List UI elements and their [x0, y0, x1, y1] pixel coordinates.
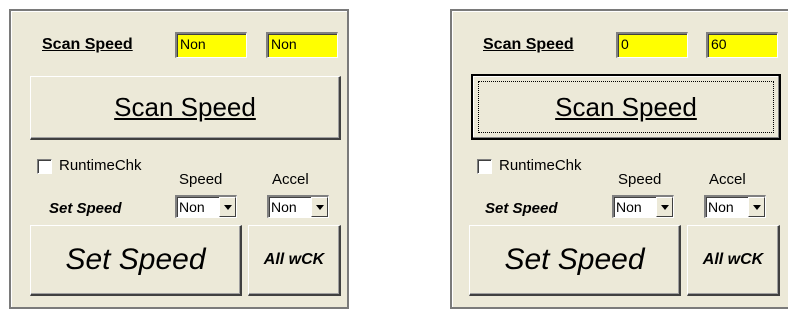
speed-column-label: Speed — [179, 171, 223, 188]
set-speed-label: Set Speed — [49, 200, 122, 217]
speed-column-label: Speed — [618, 171, 662, 188]
set-speed-button[interactable]: Set Speed — [469, 225, 681, 296]
accel-select-value: Non — [271, 199, 297, 215]
accel-select-chevron-down-icon[interactable] — [748, 197, 765, 217]
runtime-chk-checkbox[interactable] — [477, 159, 492, 174]
all-wck-button[interactable]: All wCK — [248, 225, 341, 296]
speed-select-value: Non — [179, 199, 205, 215]
scan-speed-value-1[interactable]: 0 — [616, 32, 688, 58]
speed-select[interactable]: Non — [175, 195, 237, 218]
scan-speed-value-2[interactable]: 60 — [706, 32, 778, 58]
accel-select[interactable]: Non — [267, 195, 329, 218]
runtime-chk-label: RuntimeChk — [59, 157, 142, 174]
all-wck-button[interactable]: All wCK — [687, 225, 780, 296]
accel-select-chevron-down-icon[interactable] — [311, 197, 328, 217]
accel-select[interactable]: Non — [704, 195, 766, 218]
speed-select-value: Non — [616, 199, 642, 215]
set-speed-label: Set Speed — [485, 200, 558, 217]
scan-speed-value-2[interactable]: Non — [266, 32, 338, 58]
speed-panel-right: Scan Speed 0 60 Scan Speed RuntimeChk Sp… — [450, 9, 788, 309]
runtime-chk-checkbox[interactable] — [37, 159, 52, 174]
speed-select[interactable]: Non — [612, 195, 674, 218]
speed-panel-left: Scan Speed Non Non Scan Speed RuntimeChk… — [9, 9, 349, 309]
scan-speed-button[interactable]: Scan Speed — [30, 76, 341, 140]
accel-column-label: Accel — [272, 171, 309, 188]
runtime-chk-label: RuntimeChk — [499, 157, 582, 174]
speed-select-chevron-down-icon[interactable] — [219, 197, 236, 217]
set-speed-button[interactable]: Set Speed — [30, 225, 242, 296]
speed-select-chevron-down-icon[interactable] — [656, 197, 673, 217]
accel-column-label: Accel — [709, 171, 746, 188]
accel-select-value: Non — [708, 199, 734, 215]
focus-ring — [478, 81, 774, 133]
scan-speed-label: Scan Speed — [483, 36, 574, 53]
scan-speed-value-1[interactable]: Non — [175, 32, 247, 58]
scan-speed-button[interactable]: Scan Speed — [471, 74, 781, 140]
scan-speed-label: Scan Speed — [42, 36, 133, 53]
